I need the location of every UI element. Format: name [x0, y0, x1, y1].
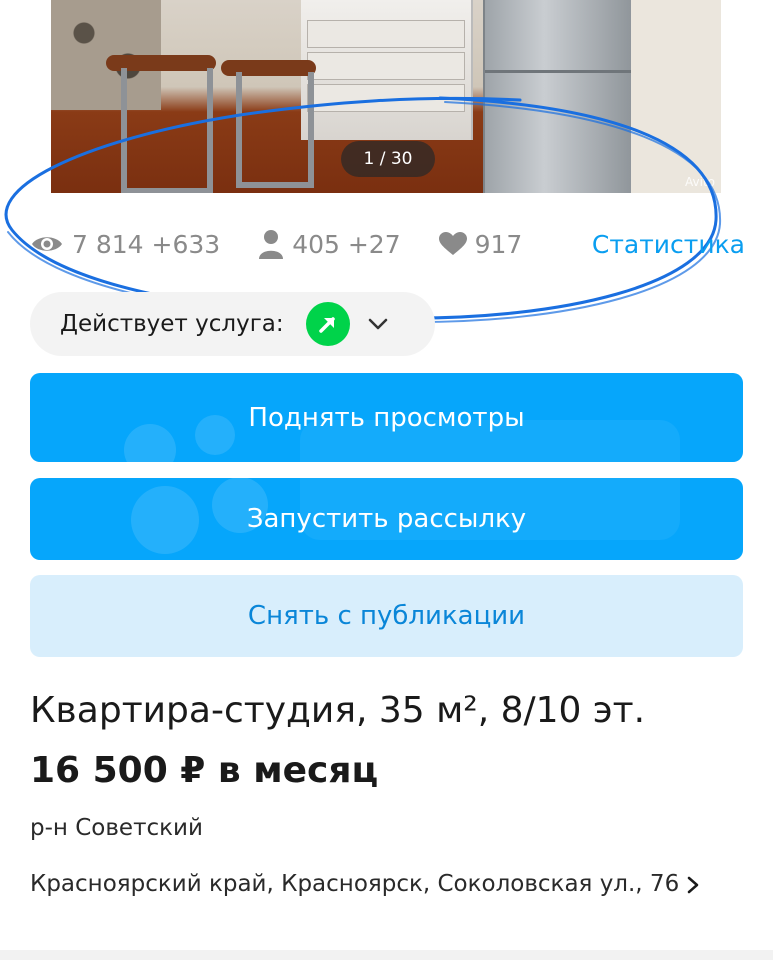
start-mailing-button[interactable]: Запустить рассылку: [30, 478, 743, 560]
photo-chair: [121, 68, 213, 193]
listing-address: Красноярский край, Красноярск, Соколовск…: [30, 871, 680, 897]
favorites-stat: 917: [438, 229, 523, 259]
chevron-down-icon: [368, 318, 387, 330]
listing-title: Квартира-студия, 35 м², 8/10 эт.: [30, 690, 646, 731]
heart-icon: [438, 232, 467, 255]
raise-views-button[interactable]: Поднять просмотры: [30, 373, 743, 462]
eye-icon: [32, 237, 62, 251]
bottom-divider: [0, 950, 773, 960]
photo-wall: [631, 0, 721, 193]
unpublish-button[interactable]: Снять с публикации: [30, 575, 743, 657]
service-label: Действует услуга:: [60, 311, 284, 337]
contacts-stat: 405 +27: [258, 229, 401, 259]
contacts-count: 405 +27: [292, 229, 401, 259]
favorites-count: 917: [474, 229, 523, 259]
listing-stats: 7 814 +633 405 +27 917 Статистика: [30, 222, 745, 266]
chevron-right-icon: [687, 876, 699, 893]
listing-price: 16 500 ₽ в месяц: [30, 750, 379, 791]
listing-address-link[interactable]: Красноярский край, Красноярск, Соколовск…: [30, 865, 750, 903]
person-icon: [259, 230, 284, 259]
photo-counter-badge: 1 / 30: [341, 141, 435, 177]
listing-district: р-н Советский: [30, 815, 203, 841]
views-count: 7 814 +633: [72, 229, 221, 259]
arrow-up-right-icon: [305, 302, 350, 346]
views-stat: 7 814 +633: [30, 230, 220, 259]
photo-fridge: [483, 0, 633, 193]
photo-kitchen-counter: [301, 0, 473, 140]
photo-watermark: Avito: [685, 175, 715, 189]
photo-chair: [236, 72, 314, 188]
active-service-dropdown[interactable]: Действует услуга:: [30, 292, 435, 356]
statistics-link[interactable]: Статистика: [592, 230, 745, 259]
listing-photo[interactable]: 1 / 30 Avito: [51, 0, 721, 193]
